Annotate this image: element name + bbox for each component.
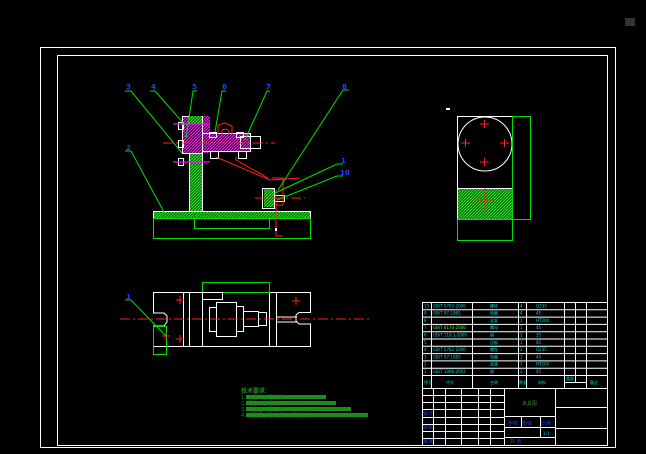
parts-cell-material: 35 [536, 333, 542, 338]
part-label-3: 3 [126, 83, 131, 91]
parts-cell-qty: 2 [520, 347, 523, 352]
parts-cell-no: 10 [424, 303, 430, 308]
parts-cell-name: 螺母 [490, 324, 498, 330]
parts-cell-qty: 1 [520, 318, 523, 323]
header-material: 材料 [538, 379, 546, 385]
parts-cell-material: Q235 [536, 347, 547, 352]
part-label-5: 5 [192, 83, 197, 91]
header-no: 序号 [424, 379, 432, 385]
side-view[interactable] [446, 108, 531, 241]
parts-cell-qty: 1 [520, 340, 523, 345]
parts-cell-name: 底座 [490, 361, 498, 367]
parts-cell-material: 45 [536, 340, 542, 345]
parts-cell-no: 2 [424, 362, 427, 367]
class-label: 班级 [522, 420, 532, 427]
parts-cell-qty: 1 [520, 362, 523, 367]
cad-drawing-canvas[interactable]: 3 4 5 6 7 8 1 10 2 1 技术要求 1. 未注表面粗糙度Ra1.… [0, 0, 646, 454]
plan-view[interactable] [120, 282, 372, 355]
parts-cell-code: GB/T 97-1985 [433, 354, 461, 359]
note-3: 3. 定位面平行度0.01 [241, 406, 289, 413]
parts-cell-material: 45 [536, 354, 542, 359]
parts-cell-qty: 1 [520, 354, 523, 359]
parts-cell-code: GB/T 5782-2000 [433, 347, 466, 352]
parts-cell-no: 5 [424, 340, 427, 345]
parts-cell-material: 45 [536, 369, 542, 374]
parts-cell-code: GB/T 6170-2000 [433, 325, 466, 330]
parts-cell-qty: 2 [520, 369, 523, 374]
checker-label: 审核 [423, 424, 433, 431]
scale-label: 比例 [541, 420, 551, 427]
parts-cell-no: 8 [424, 318, 427, 323]
parts-cell-code: GB/T 119.1-2000 [433, 333, 467, 338]
window-corner [625, 18, 635, 26]
approver-label: 批准 [423, 438, 433, 445]
parts-cell-material: 45 [536, 325, 542, 330]
part-label-2: 2 [126, 144, 131, 152]
drawing-title: 夹具图 [522, 400, 537, 407]
part-label-4: 4 [151, 83, 156, 91]
parts-cell-name: 键 [490, 368, 494, 374]
header-name: 名称 [490, 379, 498, 385]
sheet-count: 共 张 [510, 438, 522, 445]
header-qty: 数量 [519, 379, 527, 385]
note-2: 2. 配合表面粗糙度Ra12.5 [241, 400, 300, 407]
parts-cell-no: 7 [424, 325, 427, 330]
parts-cell-material: 45 [536, 311, 542, 316]
parts-list: 夹具图 比例 1:1 共 张 设计 审核 批准 学校 班级 序号 代号 名称 数… [422, 302, 608, 446]
parts-cell-no: 1 [424, 369, 427, 374]
sheet-border [40, 47, 616, 448]
part-label-10: 10 [340, 169, 350, 177]
parts-cell-code: GB/T 5783-2000 [433, 303, 466, 308]
parts-cell-name: 螺栓 [490, 346, 498, 352]
parts-cell-material: HT200 [536, 362, 550, 367]
note-1: 1. 未注表面粗糙度Ra1.6 [241, 394, 297, 401]
part-label-6: 6 [222, 83, 227, 91]
parts-cell-no: 6 [424, 333, 427, 338]
notes-title: 技术要求 [241, 387, 266, 395]
header-code: 代号 [446, 379, 454, 385]
parts-cell-qty: 2 [520, 333, 523, 338]
part-label-1: 1 [341, 157, 346, 165]
parts-cell-no: 4 [424, 347, 427, 352]
parts-cell-name: 支架 [490, 317, 498, 323]
parts-cell-name: 压板 [490, 339, 498, 345]
parts-cell-material: HT200 [536, 318, 550, 323]
school-label: 学校 [508, 420, 518, 427]
header-remark: 备注 [590, 379, 598, 385]
scale-value: 1:1 [543, 431, 550, 436]
parts-cell-material: Q235 [536, 303, 547, 308]
part-label-8: 8 [342, 83, 347, 91]
parts-cell-no: 3 [424, 354, 427, 359]
parts-cell-name: 销 [490, 332, 494, 338]
parts-cell-qty: 4 [520, 311, 523, 316]
parts-cell-no: 9 [424, 311, 427, 316]
parts-cell-qty: 4 [520, 303, 523, 308]
plan-label: 1 [126, 293, 131, 301]
parts-cell-code: GB/T 97-1985 [433, 311, 461, 316]
parts-cell-qty: 1 [520, 325, 523, 330]
designer-label: 设计 [423, 410, 433, 417]
parts-cell-code: GB/T 1096-2003 [433, 369, 466, 374]
parts-cell-name: 螺栓 [490, 302, 498, 308]
parts-cell-name: 垫圈 [490, 353, 498, 359]
part-label-7: 7 [266, 83, 271, 91]
note-4: 4. 装配后各活动部位应灵活可靠 [241, 412, 312, 419]
technical-notes: 技术要求 1. 未注表面粗糙度Ra1.6 2. 配合表面粗糙度Ra12.5 3.… [241, 387, 368, 419]
drawing-frame [57, 55, 608, 446]
parts-cell-name: 垫圈 [490, 310, 498, 316]
header-weight: 重量 [566, 375, 574, 381]
